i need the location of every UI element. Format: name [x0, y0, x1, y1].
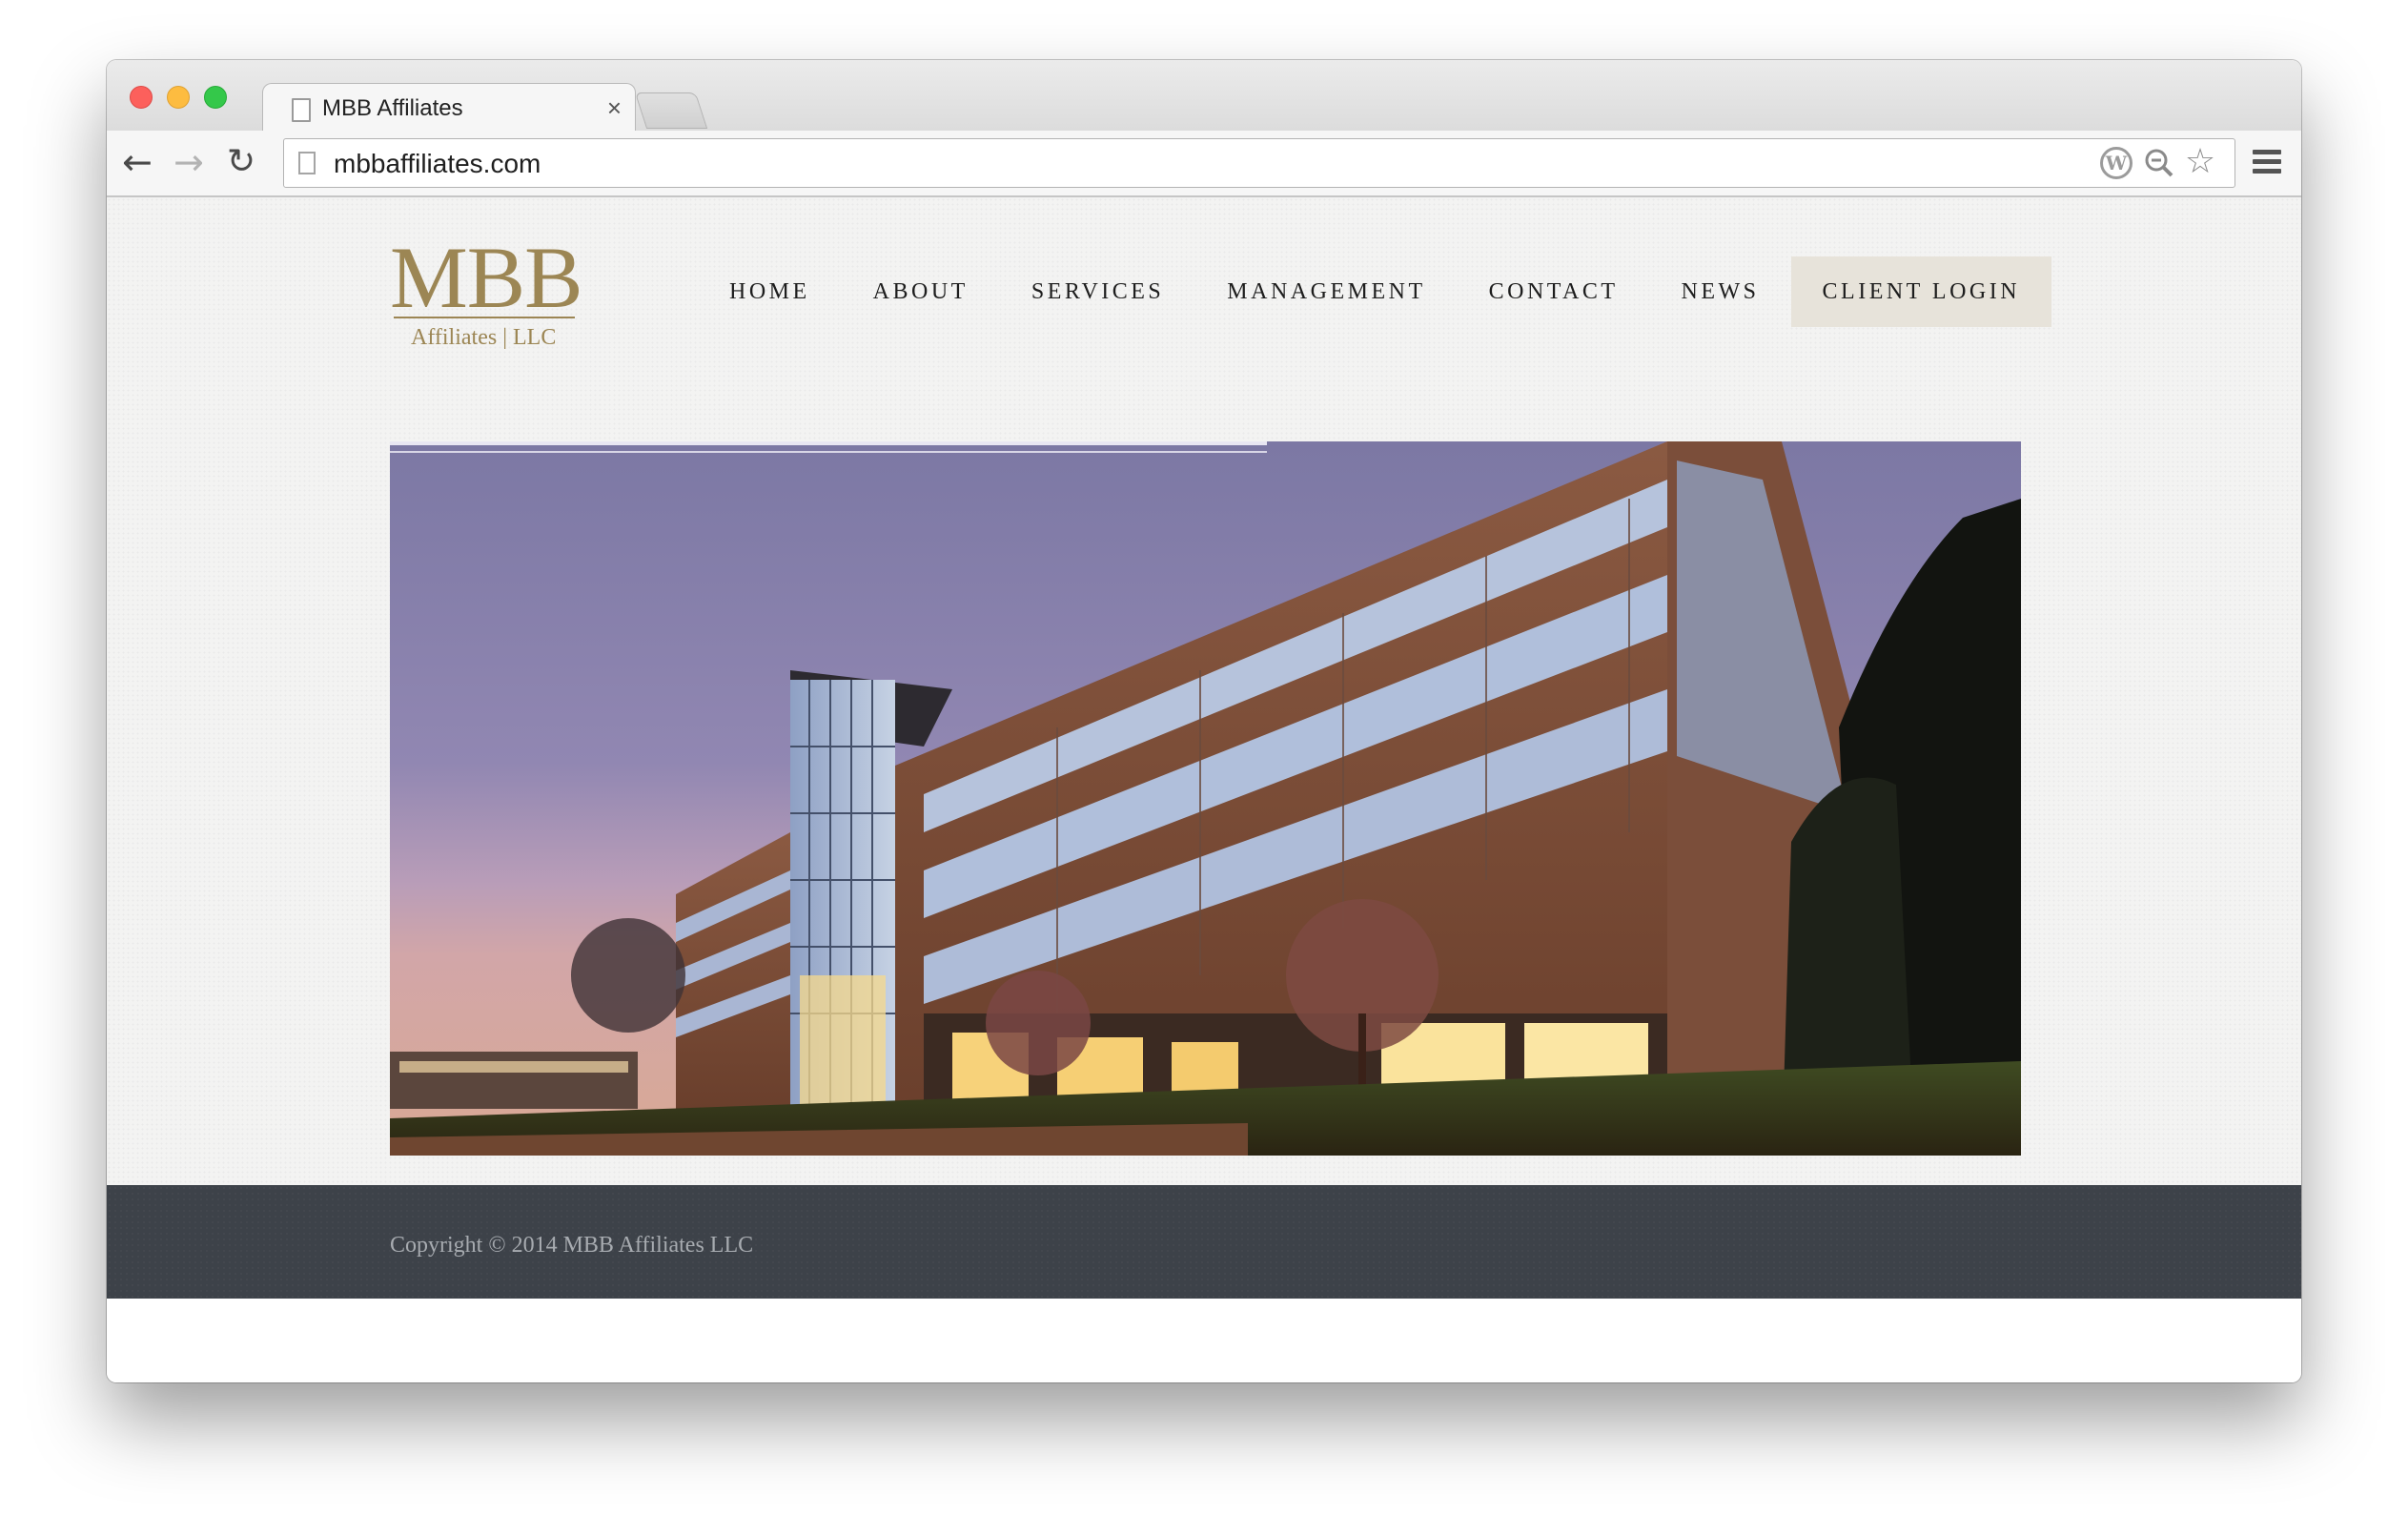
browser-tab[interactable]: MBB Affiliates × — [262, 83, 636, 133]
zoom-icon[interactable] — [2143, 147, 2175, 179]
logo-mark: MBB — [390, 229, 583, 326]
new-tab-button[interactable] — [634, 92, 708, 129]
page-icon — [292, 98, 311, 122]
browser-toolbar: ← → ↻ mbbaffiliates.com W ☆ — [107, 131, 2301, 197]
bookmark-star-icon[interactable]: ☆ — [2184, 145, 2216, 179]
reload-icon[interactable]: ↻ — [227, 140, 255, 184]
url-text[interactable]: mbbaffiliates.com — [334, 149, 541, 179]
browser-window: MBB Affiliates × ← → ↻ mbbaffiliates.com… — [107, 60, 2301, 1382]
main-nav: HOME ABOUT SERVICES MANAGEMENT CONTACT N… — [698, 256, 2052, 327]
minimize-window-button[interactable] — [167, 86, 190, 109]
wordpress-icon[interactable]: W — [2100, 147, 2133, 179]
nav-services[interactable]: SERVICES — [1000, 256, 1195, 327]
nav-management[interactable]: MANAGEMENT — [1195, 256, 1457, 327]
nav-client-login[interactable]: CLIENT LOGIN — [1790, 256, 2052, 327]
back-arrow-icon[interactable]: ← — [122, 140, 153, 184]
logo-subtitle: Affiliates | LLC — [411, 325, 557, 350]
forward-arrow-icon[interactable]: → — [173, 140, 204, 184]
tab-strip: MBB Affiliates × — [107, 60, 2301, 133]
address-bar[interactable]: mbbaffiliates.com W ☆ — [283, 138, 2235, 188]
nav-about[interactable]: ABOUT — [842, 256, 1000, 327]
menu-icon[interactable] — [2253, 150, 2281, 174]
site-body: MBB Affiliates | LLC HOME ABOUT SERVICES… — [107, 197, 2301, 1185]
page-icon — [298, 152, 316, 174]
nav-home[interactable]: HOME — [698, 256, 842, 327]
zoom-window-button[interactable] — [204, 86, 227, 109]
tab-close-icon[interactable]: × — [607, 93, 622, 123]
copyright-text: Copyright © 2014 MBB Affiliates LLC — [390, 1233, 754, 1258]
nav-news[interactable]: NEWS — [1650, 256, 1791, 327]
tab-title: MBB Affiliates — [322, 95, 463, 121]
hero-illustration — [390, 441, 2021, 1156]
nav-contact[interactable]: CONTACT — [1458, 256, 1650, 327]
close-window-button[interactable] — [130, 86, 153, 109]
site-footer: Copyright © 2014 MBB Affiliates LLC — [107, 1185, 2301, 1299]
page-viewport: MBB Affiliates | LLC HOME ABOUT SERVICES… — [107, 197, 2301, 1382]
site-logo[interactable]: MBB Affiliates | LLC — [390, 229, 583, 350]
hero-building-image — [390, 441, 2021, 1156]
logo-divider — [394, 317, 575, 318]
